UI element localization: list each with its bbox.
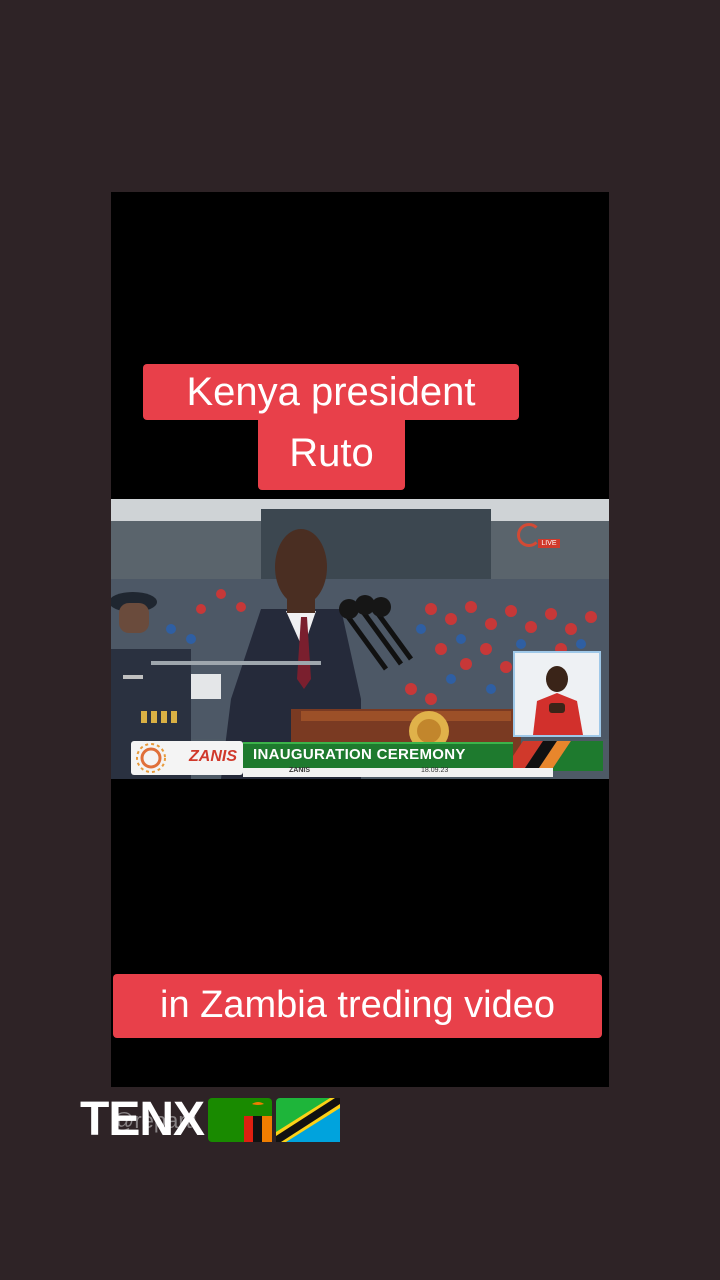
ceremony-banner-text: INAUGURATION CEREMONY [253,746,466,763]
broadcast-lower-third: ZANIS INAUGURATION CEREMONY ZANIS 18.09.… [111,737,609,779]
tanzania-flag-icon [276,1098,341,1142]
zanis-logo: ZANIS [131,741,243,775]
caption-top-line1: Kenya president [143,364,519,420]
story-video-frame[interactable]: Kenya president Ruto LIVE ZANIS INAUGURA… [111,192,609,1087]
sign-language-interpreter-inset [513,651,601,737]
sub-strip-channel: ZANIS [289,767,310,774]
live-badge: LIVE [538,539,560,548]
broadcast-clip: LIVE ZANIS INAUGURATION CEREMONY ZANIS 1… [111,499,609,779]
ceremony-banner: INAUGURATION CEREMONY [243,742,513,770]
broadcast-sub-strip: ZANIS 18.09.23 [243,767,553,777]
zanis-logo-text: ZANIS [189,748,237,765]
sub-strip-date: 18.09.23 [421,767,449,774]
username-text: TENX [80,1093,205,1146]
zanis-sun-icon [136,743,166,773]
caption-bottom: in Zambia treding video [113,974,602,1038]
username-sticker[interactable]: TENX [80,1092,341,1148]
flag-stripes-icon [513,741,603,771]
caption-top-line2: Ruto [258,420,405,490]
zambia-flag-icon [208,1098,273,1142]
interpreter-figure [515,653,599,735]
